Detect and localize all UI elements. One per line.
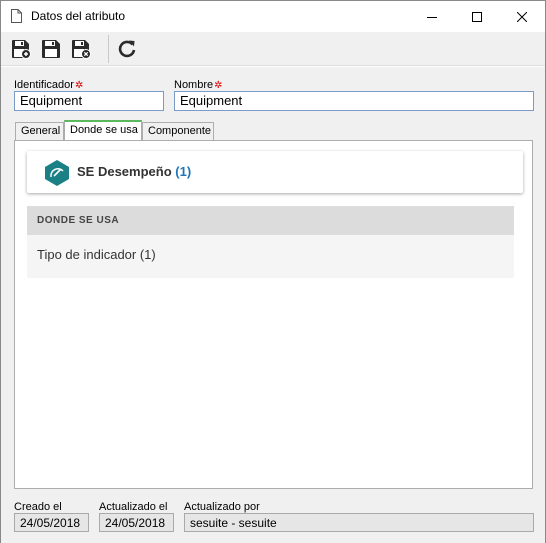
updated-label: Actualizado el	[99, 501, 168, 513]
maximize-icon	[472, 11, 482, 22]
tab-panel-where-used: SE Desempeño (1) DONDE SE USA Tipo de in…	[14, 140, 533, 489]
updated-by-label: Actualizado por	[184, 501, 260, 513]
name-label: Nombre✲	[174, 79, 223, 91]
save-new-button[interactable]	[9, 37, 33, 61]
save-close-icon	[72, 40, 91, 59]
module-count: (1)	[175, 164, 192, 179]
name-label-text: Nombre	[174, 79, 214, 91]
section-header-text: DONDE SE USA	[37, 215, 120, 226]
tab-general[interactable]: General	[15, 122, 64, 140]
performance-gauge-icon	[45, 160, 69, 186]
save-icon	[42, 40, 60, 58]
required-icon: ✲	[214, 80, 223, 91]
list-item[interactable]: Tipo de indicador (1)	[37, 247, 156, 262]
updated-date-field: 24/05/2018	[99, 513, 174, 532]
identifier-input[interactable]: Equipment	[14, 91, 164, 111]
toolbar-separator	[108, 35, 109, 63]
refresh-icon	[118, 40, 136, 58]
attribute-data-window: Datos del atributo Identificador✲ Equipm…	[0, 0, 546, 543]
identifier-label: Identificador✲	[14, 79, 83, 91]
module-title: SE Desempeño (1)	[77, 164, 191, 179]
toolbar	[1, 32, 545, 66]
module-title-text: SE Desempeño	[77, 164, 172, 179]
required-icon: ✲	[74, 80, 84, 91]
name-input[interactable]: Equipment	[174, 91, 534, 111]
section-header: DONDE SE USA	[27, 206, 514, 235]
minimize-button[interactable]	[409, 1, 455, 32]
title-bar: Datos del atributo	[1, 1, 545, 32]
maximize-button[interactable]	[454, 1, 500, 32]
module-card[interactable]: SE Desempeño (1)	[27, 151, 523, 193]
document-icon	[11, 9, 22, 23]
save-new-icon	[12, 40, 31, 59]
close-button[interactable]	[499, 1, 545, 32]
where-used-section: DONDE SE USA Tipo de indicador (1)	[27, 206, 514, 278]
minimize-icon	[427, 16, 437, 18]
save-close-button[interactable]	[69, 37, 93, 61]
created-date-field: 24/05/2018	[14, 513, 89, 532]
created-label: Creado el	[14, 501, 62, 513]
save-button[interactable]	[39, 37, 63, 61]
close-icon	[517, 11, 527, 22]
window-title: Datos del atributo	[31, 9, 126, 23]
tab-where-used[interactable]: Donde se usa	[64, 120, 142, 140]
identifier-label-text: Identificador	[14, 79, 74, 91]
main-content: Identificador✲ Equipment Nombre✲ Equipme…	[1, 67, 545, 543]
refresh-button[interactable]	[115, 37, 139, 61]
updated-by-field: sesuite - sesuite	[184, 513, 534, 532]
tab-component[interactable]: Componente	[142, 122, 214, 140]
